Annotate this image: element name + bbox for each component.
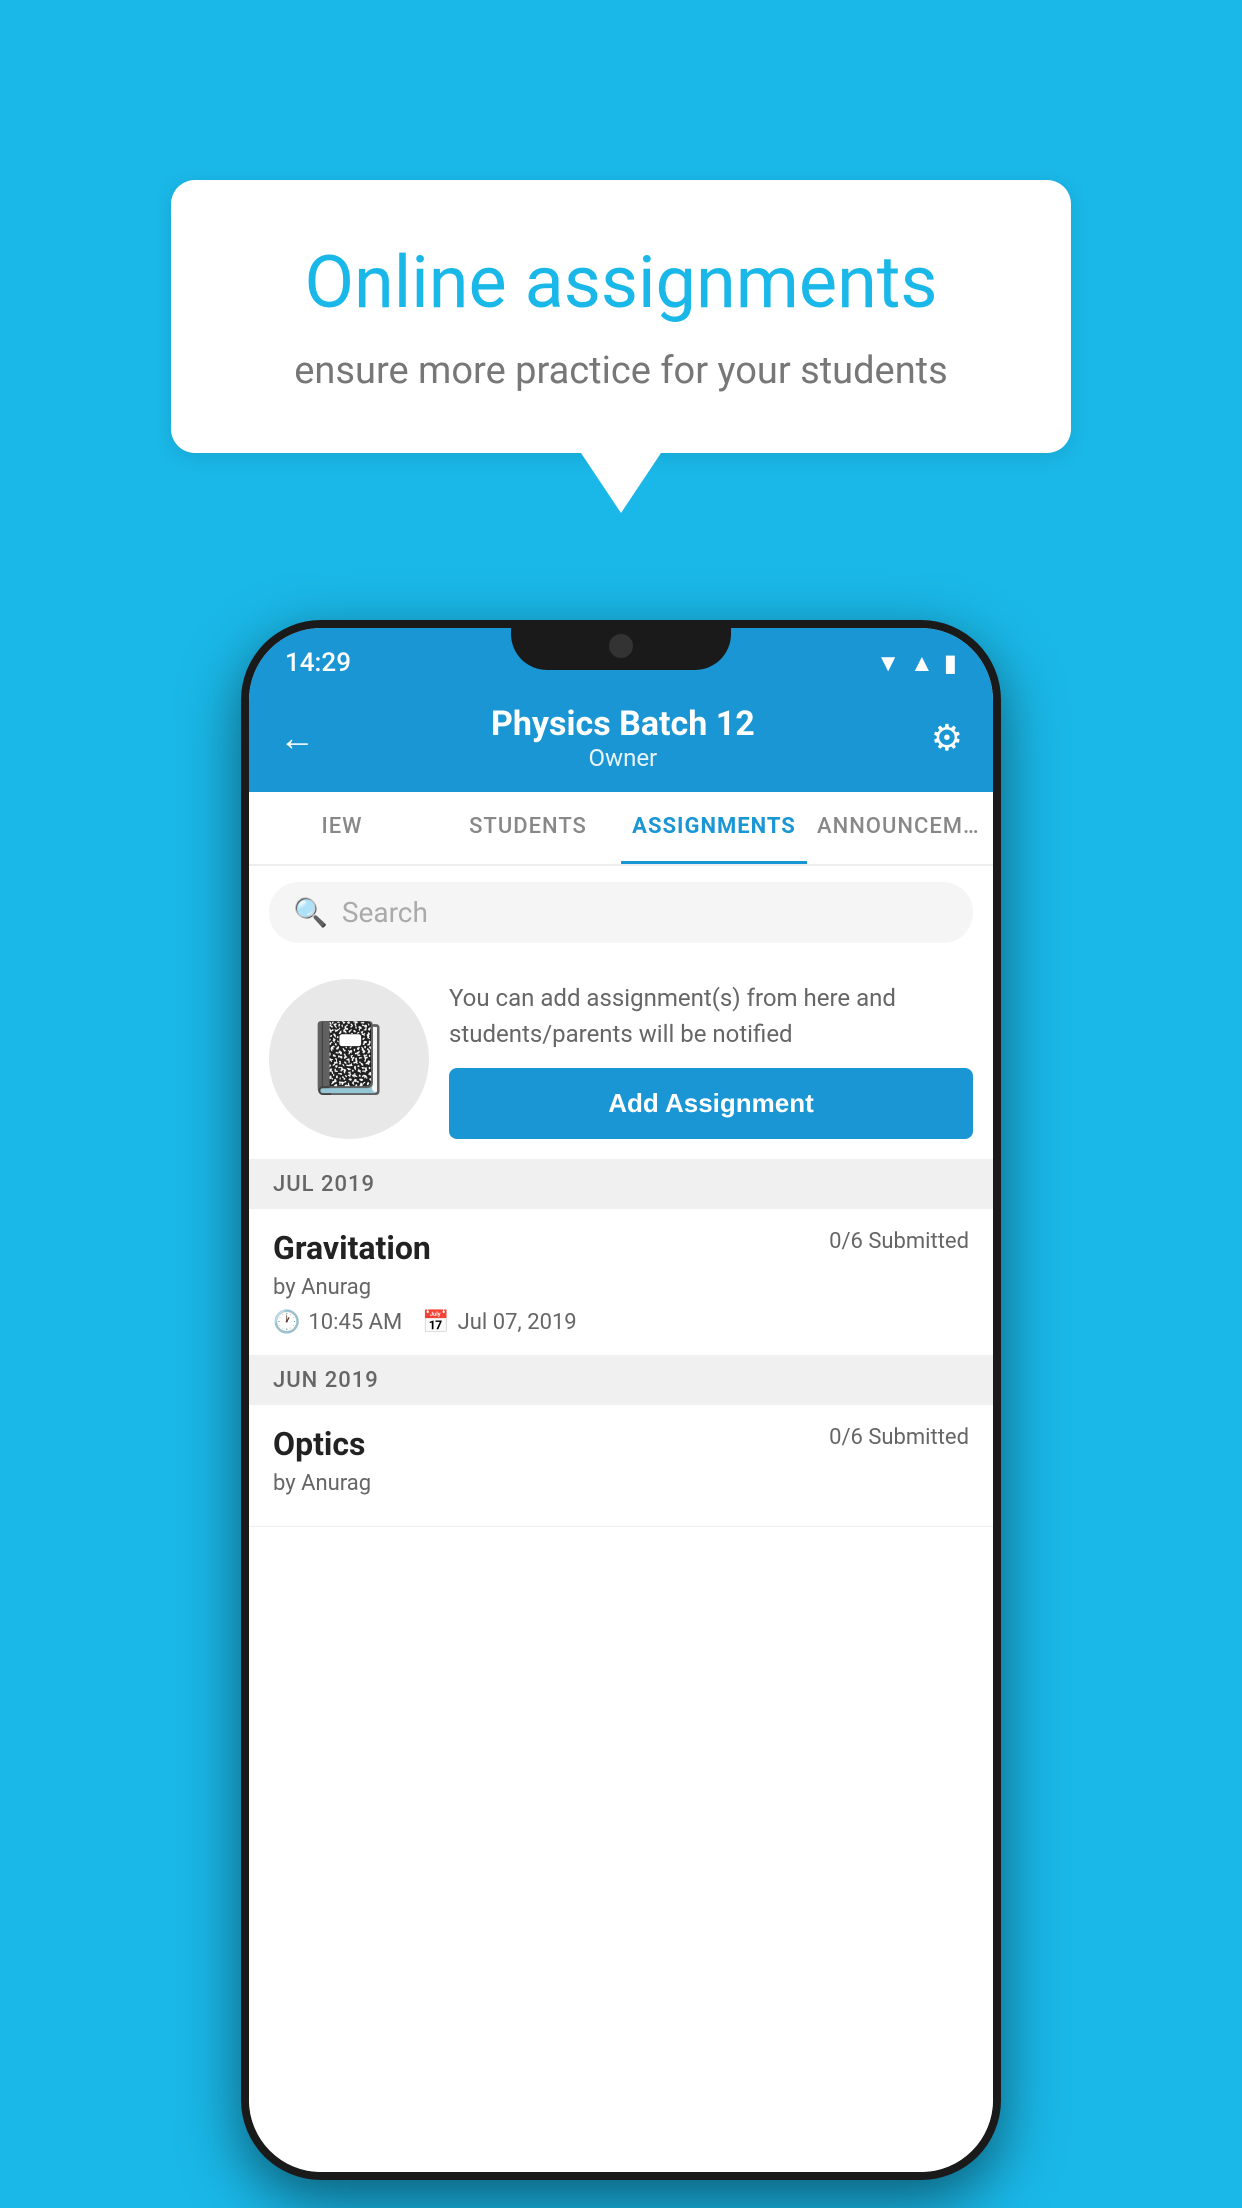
assignment-name-gravitation: Gravitation — [273, 1229, 431, 1267]
tab-iew[interactable]: IEW — [249, 792, 435, 864]
month-divider-jul: JUL 2019 — [249, 1160, 993, 1209]
gear-icon[interactable]: ⚙ — [931, 717, 963, 759]
notebook-icon: 📓 — [305, 1018, 392, 1100]
tab-announcements[interactable]: ANNOUNCEMENTS — [807, 792, 993, 864]
speech-bubble-title: Online assignments — [241, 240, 1001, 325]
phone-outer: 14:29 ▼ ▲ ▮ ← Physics Batch 12 Owner ⚙ — [241, 620, 1001, 2180]
promo-icon-circle: 📓 — [269, 979, 429, 1139]
assignment-submitted-optics: 0/6 Submitted — [829, 1425, 969, 1450]
assignment-meta-gravitation: 🕐 10:45 AM 📅 Jul 07, 2019 — [273, 1310, 969, 1335]
assignment-name-optics: Optics — [273, 1425, 365, 1463]
battery-icon: ▮ — [944, 649, 957, 677]
search-placeholder: Search — [342, 896, 428, 929]
search-bar[interactable]: 🔍 Search — [269, 882, 973, 943]
assignment-by-gravitation: by Anurag — [273, 1275, 969, 1300]
speech-bubble: Online assignments ensure more practice … — [171, 180, 1071, 453]
month-divider-jun: JUN 2019 — [249, 1356, 993, 1405]
search-container: 🔍 Search — [249, 866, 993, 959]
speech-bubble-subtitle: ensure more practice for your students — [241, 349, 1001, 393]
promo-section: 📓 You can add assignment(s) from here an… — [249, 959, 993, 1160]
phone-notch — [511, 620, 731, 670]
header-title: Physics Batch 12 — [491, 704, 755, 744]
phone-container: 14:29 ▼ ▲ ▮ ← Physics Batch 12 Owner ⚙ — [241, 620, 1001, 2180]
assignment-by-optics: by Anurag — [273, 1471, 969, 1496]
assignment-time-gravitation: 🕐 10:45 AM — [273, 1310, 402, 1335]
tabs-bar: IEW STUDENTS ASSIGNMENTS ANNOUNCEMENTS — [249, 792, 993, 866]
clock-icon: 🕐 — [273, 1310, 300, 1335]
phone-camera — [609, 634, 633, 658]
assignment-date-gravitation: 📅 Jul 07, 2019 — [422, 1310, 576, 1335]
header-subtitle: Owner — [491, 744, 755, 772]
assignment-row-top-optics: Optics 0/6 Submitted — [273, 1425, 969, 1463]
promo-text: You can add assignment(s) from here and … — [449, 980, 973, 1052]
assignment-item-optics[interactable]: Optics 0/6 Submitted by Anurag — [249, 1405, 993, 1527]
speech-bubble-tail — [581, 453, 661, 513]
signal-icon: ▲ — [910, 649, 934, 678]
content-area: 🔍 Search 📓 You can add assignment(s) fro… — [249, 866, 993, 2172]
status-icons: ▼ ▲ ▮ — [876, 649, 957, 678]
assignment-item-gravitation[interactable]: Gravitation 0/6 Submitted by Anurag 🕐 10… — [249, 1209, 993, 1356]
promo-right: You can add assignment(s) from here and … — [449, 980, 973, 1139]
header-center: Physics Batch 12 Owner — [491, 704, 755, 772]
app-header: ← Physics Batch 12 Owner ⚙ — [249, 688, 993, 792]
status-time: 14:29 — [285, 648, 351, 678]
wifi-icon: ▼ — [876, 649, 900, 678]
assignment-row-top: Gravitation 0/6 Submitted — [273, 1229, 969, 1267]
back-button[interactable]: ← — [279, 717, 315, 759]
speech-bubble-container: Online assignments ensure more practice … — [171, 180, 1071, 513]
calendar-icon: 📅 — [422, 1310, 449, 1335]
assignment-submitted-gravitation: 0/6 Submitted — [829, 1229, 969, 1254]
phone-screen: 14:29 ▼ ▲ ▮ ← Physics Batch 12 Owner ⚙ — [249, 628, 993, 2172]
search-icon: 🔍 — [293, 896, 328, 929]
add-assignment-button[interactable]: Add Assignment — [449, 1068, 973, 1139]
tab-students[interactable]: STUDENTS — [435, 792, 621, 864]
tab-assignments[interactable]: ASSIGNMENTS — [621, 792, 807, 864]
